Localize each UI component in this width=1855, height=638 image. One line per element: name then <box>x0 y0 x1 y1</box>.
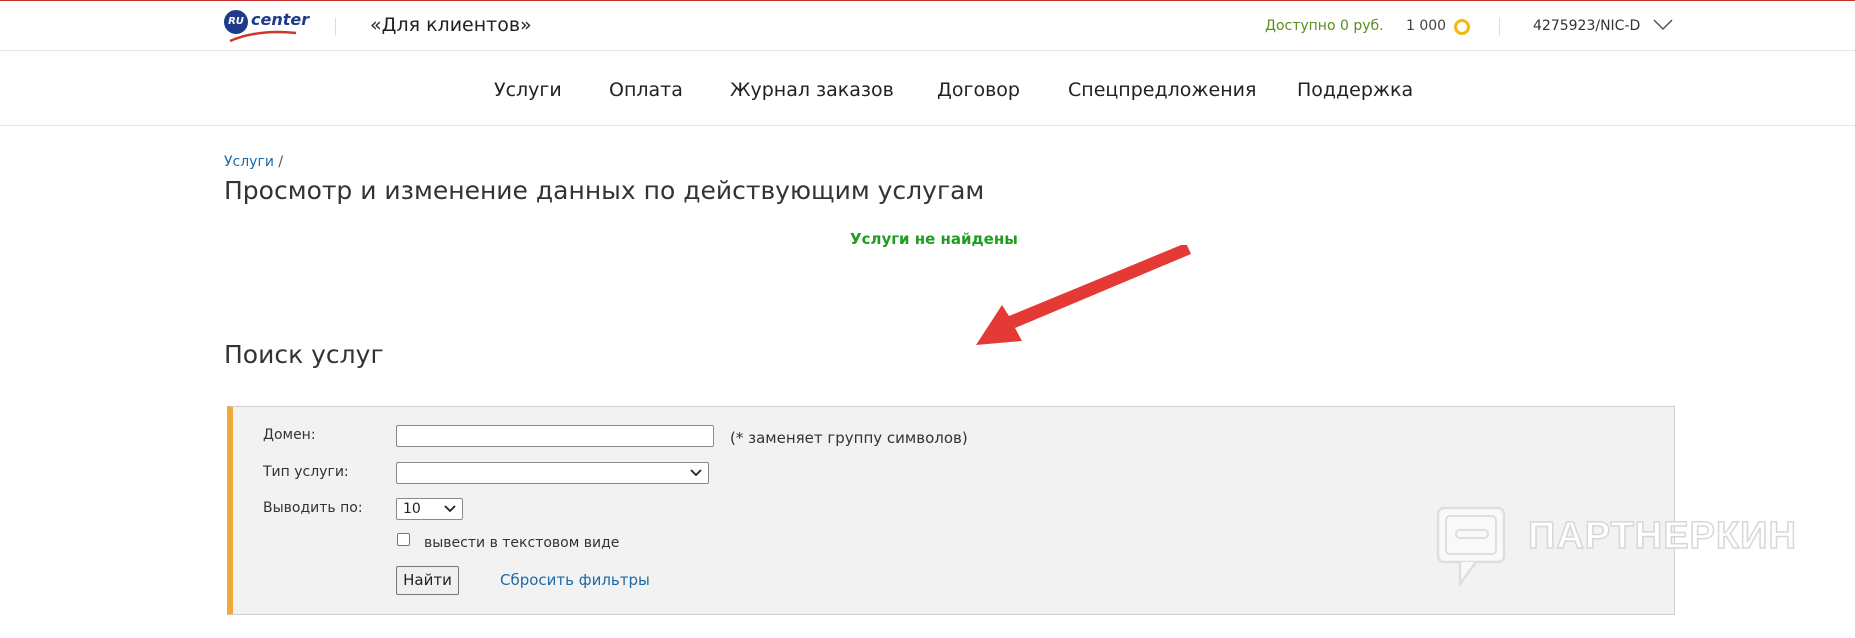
breadcrumb: Услуги / <box>224 154 283 170</box>
text-mode-label[interactable]: вывести в текстовом виде <box>424 535 619 551</box>
logo-swoosh-icon <box>229 30 297 43</box>
nav-item-special-offers[interactable]: Спецпредложения <box>1068 79 1256 101</box>
watermark-text: ПАРТНЕРКИН <box>1527 514 1797 558</box>
domain-input[interactable] <box>396 425 714 447</box>
breadcrumb-link-services[interactable]: Услуги <box>224 154 274 170</box>
section-title: «Для клиентов» <box>370 14 532 36</box>
reset-filters-link[interactable]: Сбросить фильтры <box>500 571 650 589</box>
logo-word: center <box>251 10 310 29</box>
nav-item-orders-log[interactable]: Журнал заказов <box>730 79 894 101</box>
text-mode-checkbox[interactable] <box>397 533 410 546</box>
domain-label: Домен: <box>263 427 316 443</box>
annotation-arrow-icon <box>976 245 1191 345</box>
chevron-down-icon <box>444 505 456 513</box>
domain-hint: (* заменяет группу символов) <box>730 429 968 447</box>
service-type-label: Тип услуги: <box>263 464 349 480</box>
chevron-down-icon <box>690 469 702 477</box>
balance[interactable]: Доступно 0 руб. <box>1265 18 1384 34</box>
breadcrumb-separator: / <box>278 154 284 170</box>
header: RU center «Для клиентов» Доступно 0 руб.… <box>0 1 1855 51</box>
page-title: Просмотр и изменение данных по действующ… <box>224 176 985 205</box>
header-divider <box>335 18 336 36</box>
nav-item-payment[interactable]: Оплата <box>609 79 683 101</box>
search-title: Поиск услуг <box>224 340 384 369</box>
coin-icon <box>1454 19 1470 35</box>
per-page-select[interactable]: 10 <box>396 498 463 520</box>
main-nav: Услуги Оплата Журнал заказов Договор Спе… <box>0 51 1855 126</box>
chevron-down-icon[interactable] <box>1652 17 1674 31</box>
per-page-label: Выводить по: <box>263 500 363 516</box>
per-page-value: 10 <box>403 501 421 517</box>
nav-item-support[interactable]: Поддержка <box>1297 79 1413 101</box>
partnerkin-watermark-icon <box>1436 506 1506 588</box>
ru-center-logo[interactable]: RU center <box>224 7 310 47</box>
service-type-select[interactable] <box>396 462 709 484</box>
header-divider <box>1499 18 1500 36</box>
bonus-points[interactable]: 1 000 <box>1406 18 1446 34</box>
nav-item-contract[interactable]: Договор <box>937 79 1020 101</box>
find-button[interactable]: Найти <box>396 566 459 595</box>
nav-item-services[interactable]: Услуги <box>494 79 562 101</box>
account-id[interactable]: 4275923/NIC-D <box>1533 18 1640 34</box>
